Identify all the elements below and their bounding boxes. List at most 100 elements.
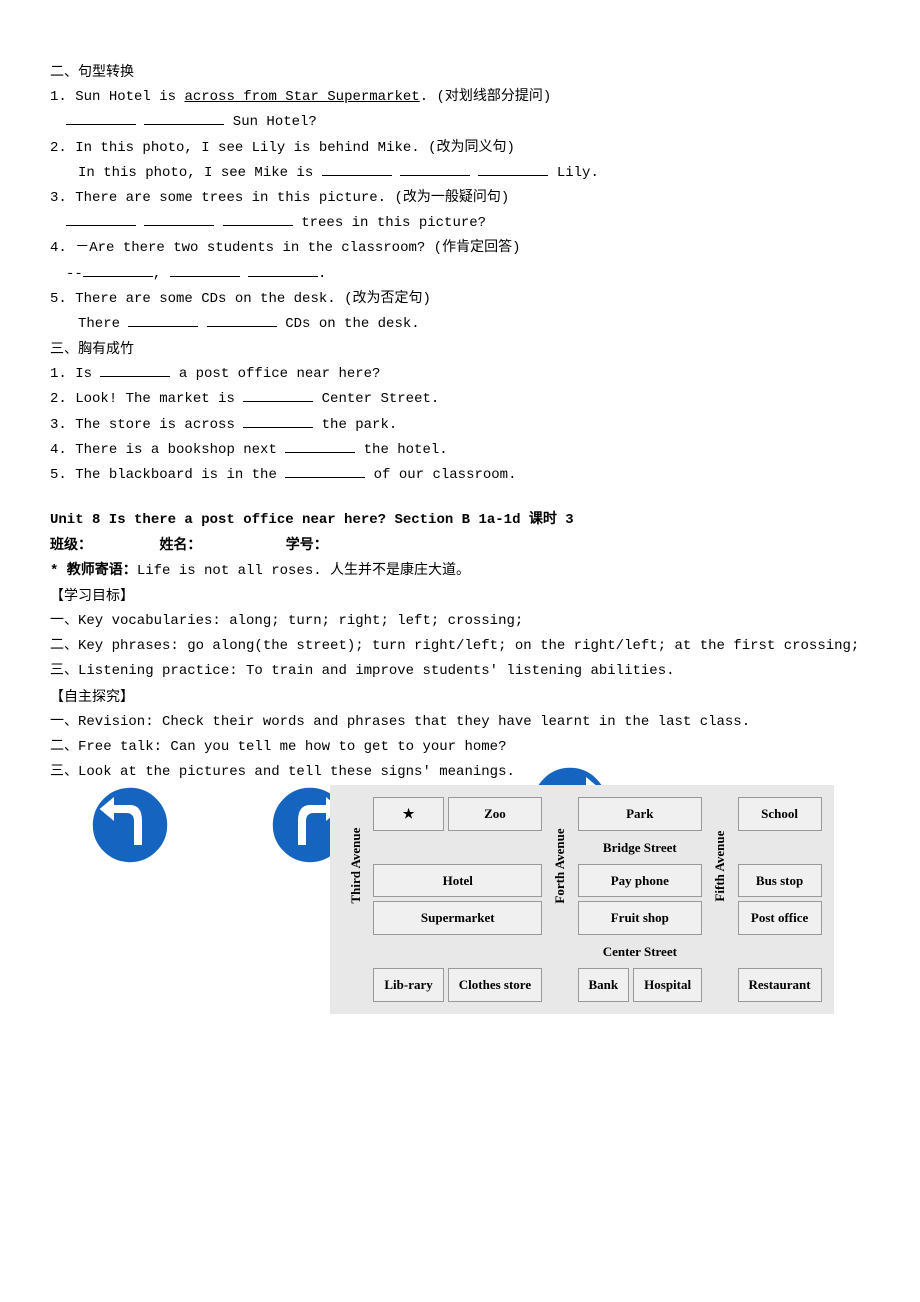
map-cell: Lib-rary	[373, 968, 443, 1001]
q3-3: 3. The store is across the park.	[50, 413, 870, 438]
blank[interactable]	[144, 211, 214, 226]
q-underlined: across from Star Supermarket	[184, 89, 419, 105]
q2-4-answer: --, .	[50, 262, 870, 287]
q-num: 2.	[50, 391, 67, 407]
answer-pre: --	[66, 266, 83, 282]
answer-post: trees in this picture?	[293, 215, 486, 231]
map-cell: Park	[578, 797, 703, 830]
street-label: Center Street	[578, 939, 703, 964]
blank[interactable]	[66, 211, 136, 226]
map-cell: Supermarket	[373, 901, 542, 934]
sign-and-map-group: Third Avenue ★ Zoo Forth Avenue Park Fif…	[350, 785, 834, 1013]
blank[interactable]	[128, 312, 198, 327]
q-num: 2.	[50, 140, 67, 156]
goals-title: 【学习目标】	[50, 584, 870, 609]
q-num: 3.	[50, 417, 67, 433]
blank[interactable]	[83, 262, 153, 277]
q2-2: 2. In this photo, I see Lily is behind M…	[50, 136, 870, 161]
map-row: Third Avenue ★ Zoo Forth Avenue Park Fif…	[342, 797, 822, 830]
answer-pre: There	[78, 316, 128, 332]
q-pre: Look! The market is	[67, 391, 243, 407]
map-cell: School	[738, 797, 822, 830]
q-num: 1.	[50, 366, 67, 382]
blank[interactable]	[207, 312, 277, 327]
blank[interactable]	[66, 110, 136, 125]
q2-1-answer: Sun Hotel?	[50, 110, 870, 135]
q-pre: The blackboard is in the	[67, 467, 285, 483]
goal-3: 三、Listening practice: To train and impro…	[50, 659, 870, 684]
q2-4: 4. －Are there two students in the classr…	[50, 236, 870, 261]
answer-post: CDs on the desk.	[277, 316, 420, 332]
q2-1: 1. Sun Hotel is across from Star Superma…	[50, 85, 870, 110]
blank[interactable]	[478, 161, 548, 176]
q-pre: There is a bookshop next	[67, 442, 285, 458]
q-text: Sun Hotel is	[75, 89, 184, 105]
q-post: a post office near here?	[170, 366, 380, 382]
teacher-msg: * 教师寄语：Life is not all roses. 人生并不是康庄大道。	[50, 559, 870, 584]
q-num: 4.	[50, 240, 67, 256]
blank[interactable]	[243, 387, 313, 402]
teacher-text: Life is not all roses. 人生并不是康庄大道。	[137, 563, 470, 579]
map-container: Third Avenue ★ Zoo Forth Avenue Park Fif…	[330, 785, 834, 1013]
q-num: 5.	[50, 467, 67, 483]
q-text-post: . (对划线部分提问)	[420, 89, 552, 105]
goal-2: 二、Key phrases: go along(the street); tur…	[50, 634, 870, 659]
goal-1: 一、Key vocabularies: along; turn; right; …	[50, 609, 870, 634]
answer-post: Sun Hotel?	[224, 114, 316, 130]
answer-mid: ,	[153, 266, 170, 282]
avenue-label: Third Avenue	[342, 797, 369, 935]
unit-title: Unit 8 Is there a post office near here?…	[50, 508, 870, 533]
name-label: 姓名：	[159, 537, 201, 553]
map-cell: ★	[373, 797, 443, 830]
q-post: Center Street.	[313, 391, 439, 407]
q-post: the park.	[313, 417, 397, 433]
map-cell: Clothes store	[448, 968, 542, 1001]
blank[interactable]	[248, 262, 318, 277]
blank[interactable]	[400, 161, 470, 176]
blank[interactable]	[285, 438, 355, 453]
map-cell: Fruit shop	[578, 901, 703, 934]
answer-post: .	[318, 266, 326, 282]
blank[interactable]	[170, 262, 240, 277]
blank[interactable]	[243, 413, 313, 428]
map-row: Supermarket Fruit shop Post office	[342, 901, 822, 934]
q-text: In this photo, I see Lily is behind Mike…	[75, 140, 515, 156]
q2-2-answer: In this photo, I see Mike is Lily.	[50, 161, 870, 186]
teacher-prefix: * 教师寄语：	[50, 563, 137, 579]
q-post: the hotel.	[355, 442, 447, 458]
explore-3: 三、Look at the pictures and tell these si…	[50, 760, 870, 785]
map-cell: Zoo	[448, 797, 542, 830]
blank[interactable]	[285, 463, 365, 478]
map-row: Hotel Pay phone Bus stop	[342, 864, 822, 897]
q2-3: 3. There are some trees in this picture.…	[50, 186, 870, 211]
id-label: 学号：	[286, 537, 328, 553]
blank[interactable]	[144, 110, 224, 125]
q2-5-answer: There CDs on the desk.	[50, 312, 870, 337]
map-cell: Bus stop	[738, 864, 822, 897]
street-row: Bridge Street	[342, 835, 822, 860]
map-cell: Post office	[738, 901, 822, 934]
q-text: There are some CDs on the desk. (改为否定句)	[75, 291, 431, 307]
blank[interactable]	[322, 161, 392, 176]
avenue-label: Forth Avenue	[546, 797, 573, 935]
explore-2: 二、Free talk: Can you tell me how to get …	[50, 735, 870, 760]
q-text: －Are there two students in the classroom…	[75, 240, 520, 256]
q3-2: 2. Look! The market is Center Street.	[50, 387, 870, 412]
q-num: 4.	[50, 442, 67, 458]
answer-pre: In this photo, I see Mike is	[78, 165, 322, 181]
blank[interactable]	[100, 362, 170, 377]
turn-left-sign-icon	[90, 785, 170, 865]
explore-1: 一、Revision: Check their words and phrase…	[50, 710, 870, 735]
map-table: Third Avenue ★ Zoo Forth Avenue Park Fif…	[338, 793, 826, 1005]
street-map: Third Avenue ★ Zoo Forth Avenue Park Fif…	[330, 785, 834, 1013]
street-row: Center Street	[342, 939, 822, 964]
blank[interactable]	[223, 211, 293, 226]
explore-title: 【自主探究】	[50, 685, 870, 710]
answer-post: Lily.	[548, 165, 598, 181]
map-cell: Restaurant	[738, 968, 822, 1001]
q2-3-answer: trees in this picture?	[50, 211, 870, 236]
signs-and-map: Third Avenue ★ Zoo Forth Avenue Park Fif…	[50, 785, 870, 1013]
class-label: 班级：	[50, 537, 92, 553]
q3-1: 1. Is a post office near here?	[50, 362, 870, 387]
q2-5: 5. There are some CDs on the desk. (改为否定…	[50, 287, 870, 312]
